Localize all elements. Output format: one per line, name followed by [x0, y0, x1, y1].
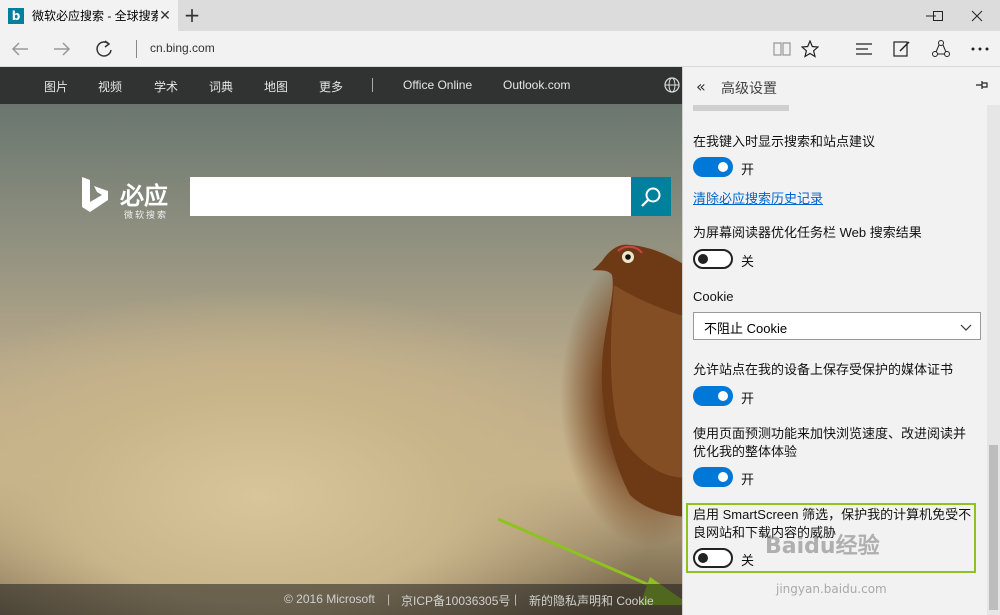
address-separator — [136, 40, 137, 58]
scrollbar-thumb[interactable] — [989, 445, 998, 610]
back-button[interactable] — [8, 37, 32, 61]
reading-view-button[interactable] — [770, 37, 794, 61]
footer-copyright: © 2016 Microsoft — [284, 592, 375, 606]
chevron-down-icon — [960, 324, 972, 331]
search-button[interactable] — [631, 177, 671, 216]
nav-videos[interactable]: 视频 — [98, 78, 122, 95]
nav-maps[interactable]: 地图 — [264, 78, 288, 95]
book-icon — [773, 42, 791, 56]
globe-icon[interactable] — [664, 77, 680, 93]
setting-screen-reader-label: 为屏幕阅读器优化任务栏 Web 搜索结果 — [693, 225, 922, 240]
nav-more[interactable]: 更多 — [319, 78, 343, 95]
search-input[interactable] — [190, 177, 631, 216]
footer-icp-link[interactable]: 京ICP备10036305号 — [401, 592, 510, 609]
refresh-icon — [96, 40, 112, 57]
forward-arrow-icon — [54, 42, 71, 56]
logo-subtitle: 微软搜索 — [124, 211, 169, 221]
nav-academic[interactable]: 学术 — [154, 78, 178, 95]
nav-divider — [372, 78, 373, 92]
panel-header: « 高级设置 — [683, 67, 1000, 105]
bing-favicon-icon: b — [8, 7, 24, 24]
panel-title: 高级设置 — [721, 80, 777, 96]
bing-logo: 必应 微软搜索 — [80, 174, 180, 221]
new-tab-icon[interactable]: + — [182, 4, 202, 26]
address-toolbar: cn.bing.com — [0, 31, 1000, 67]
tab-close-icon[interactable]: ✕ — [158, 8, 172, 22]
close-window-button[interactable] — [954, 0, 1000, 31]
maximize-icon — [933, 10, 943, 21]
web-page: 图片 视频 学术 词典 地图 更多 Office Online Outlook.… — [0, 67, 682, 615]
watermark-url: jingyan.baidu.com — [776, 582, 887, 596]
footer-separator: | — [514, 592, 518, 606]
search-suggestions-toggle[interactable] — [693, 157, 733, 177]
tab-title: 微软必应搜索 - 全球搜索 — [32, 9, 158, 23]
forward-button[interactable] — [50, 37, 74, 61]
toggle-state-label: 开 — [741, 391, 755, 406]
footer-privacy-link[interactable]: 新的隐私声明和 Cookie — [529, 592, 654, 609]
nav-dictionary[interactable]: 词典 — [209, 78, 233, 95]
pin-icon[interactable] — [973, 77, 989, 93]
screen-reader-toggle[interactable] — [693, 249, 733, 269]
grouse-bird-image — [592, 244, 682, 517]
setting-page-prediction-label: 使用页面预测功能来加快浏览速度、改进阅读并优化我的整体体验 — [693, 426, 967, 459]
cookie-select[interactable]: 不阻止 Cookie — [693, 312, 981, 340]
back-chevrons-icon[interactable]: « — [696, 77, 706, 96]
more-dots-icon — [971, 47, 989, 51]
bing-top-nav: 图片 视频 学术 词典 地图 更多 Office Online Outlook.… — [0, 67, 682, 104]
nav-outlook[interactable]: Outlook.com — [503, 78, 570, 92]
clear-bing-history-link[interactable]: 清除必应搜索历史记录 — [693, 188, 823, 207]
web-note-button[interactable] — [890, 37, 914, 61]
refresh-button[interactable] — [92, 37, 116, 61]
pen-icon — [893, 41, 910, 57]
share-button[interactable] — [929, 37, 953, 61]
page-prediction-toggle[interactable] — [693, 467, 733, 487]
nav-office-online[interactable]: Office Online — [403, 78, 472, 92]
toggle-state-label: 开 — [741, 472, 755, 487]
nav-images[interactable]: 图片 — [44, 78, 68, 95]
bing-b-icon — [82, 177, 108, 212]
toggle-state-label: 开 — [741, 162, 755, 177]
media-licenses-toggle[interactable] — [693, 386, 733, 406]
smartscreen-toggle[interactable] — [693, 548, 733, 568]
footer-separator: | — [387, 592, 391, 606]
setting-cookie-label: Cookie — [693, 289, 734, 304]
cookie-select-value: 不阻止 Cookie — [704, 321, 788, 336]
hub-icon — [856, 43, 872, 55]
toggle-state-label: 关 — [741, 254, 755, 269]
hub-button[interactable] — [852, 37, 876, 61]
browser-tab[interactable]: b 微软必应搜索 - 全球搜索 ✕ — [0, 0, 178, 31]
title-bar: b 微软必应搜索 - 全球搜索 ✕ + — [0, 0, 1000, 31]
back-arrow-icon — [11, 42, 28, 56]
search-icon — [641, 187, 661, 207]
setting-media-licenses-label: 允许站点在我的设备上保存受保护的媒体证书 — [693, 362, 954, 377]
baidu-watermark-logo: Baidu经验 — [765, 534, 880, 559]
close-icon — [971, 10, 983, 21]
address-field[interactable]: cn.bing.com — [150, 41, 215, 55]
logo-text: 必应 — [120, 182, 168, 210]
more-button[interactable] — [968, 37, 992, 61]
favorite-button[interactable] — [798, 37, 822, 61]
share-icon — [932, 40, 950, 57]
star-icon — [801, 40, 819, 58]
toggle-state-label: 关 — [741, 553, 755, 568]
setting-search-suggestions-label: 在我键入时显示搜索和站点建议 — [693, 134, 876, 149]
page-footer: © 2016 Microsoft | 京ICP备10036305号 | 新的隐私… — [0, 584, 682, 615]
